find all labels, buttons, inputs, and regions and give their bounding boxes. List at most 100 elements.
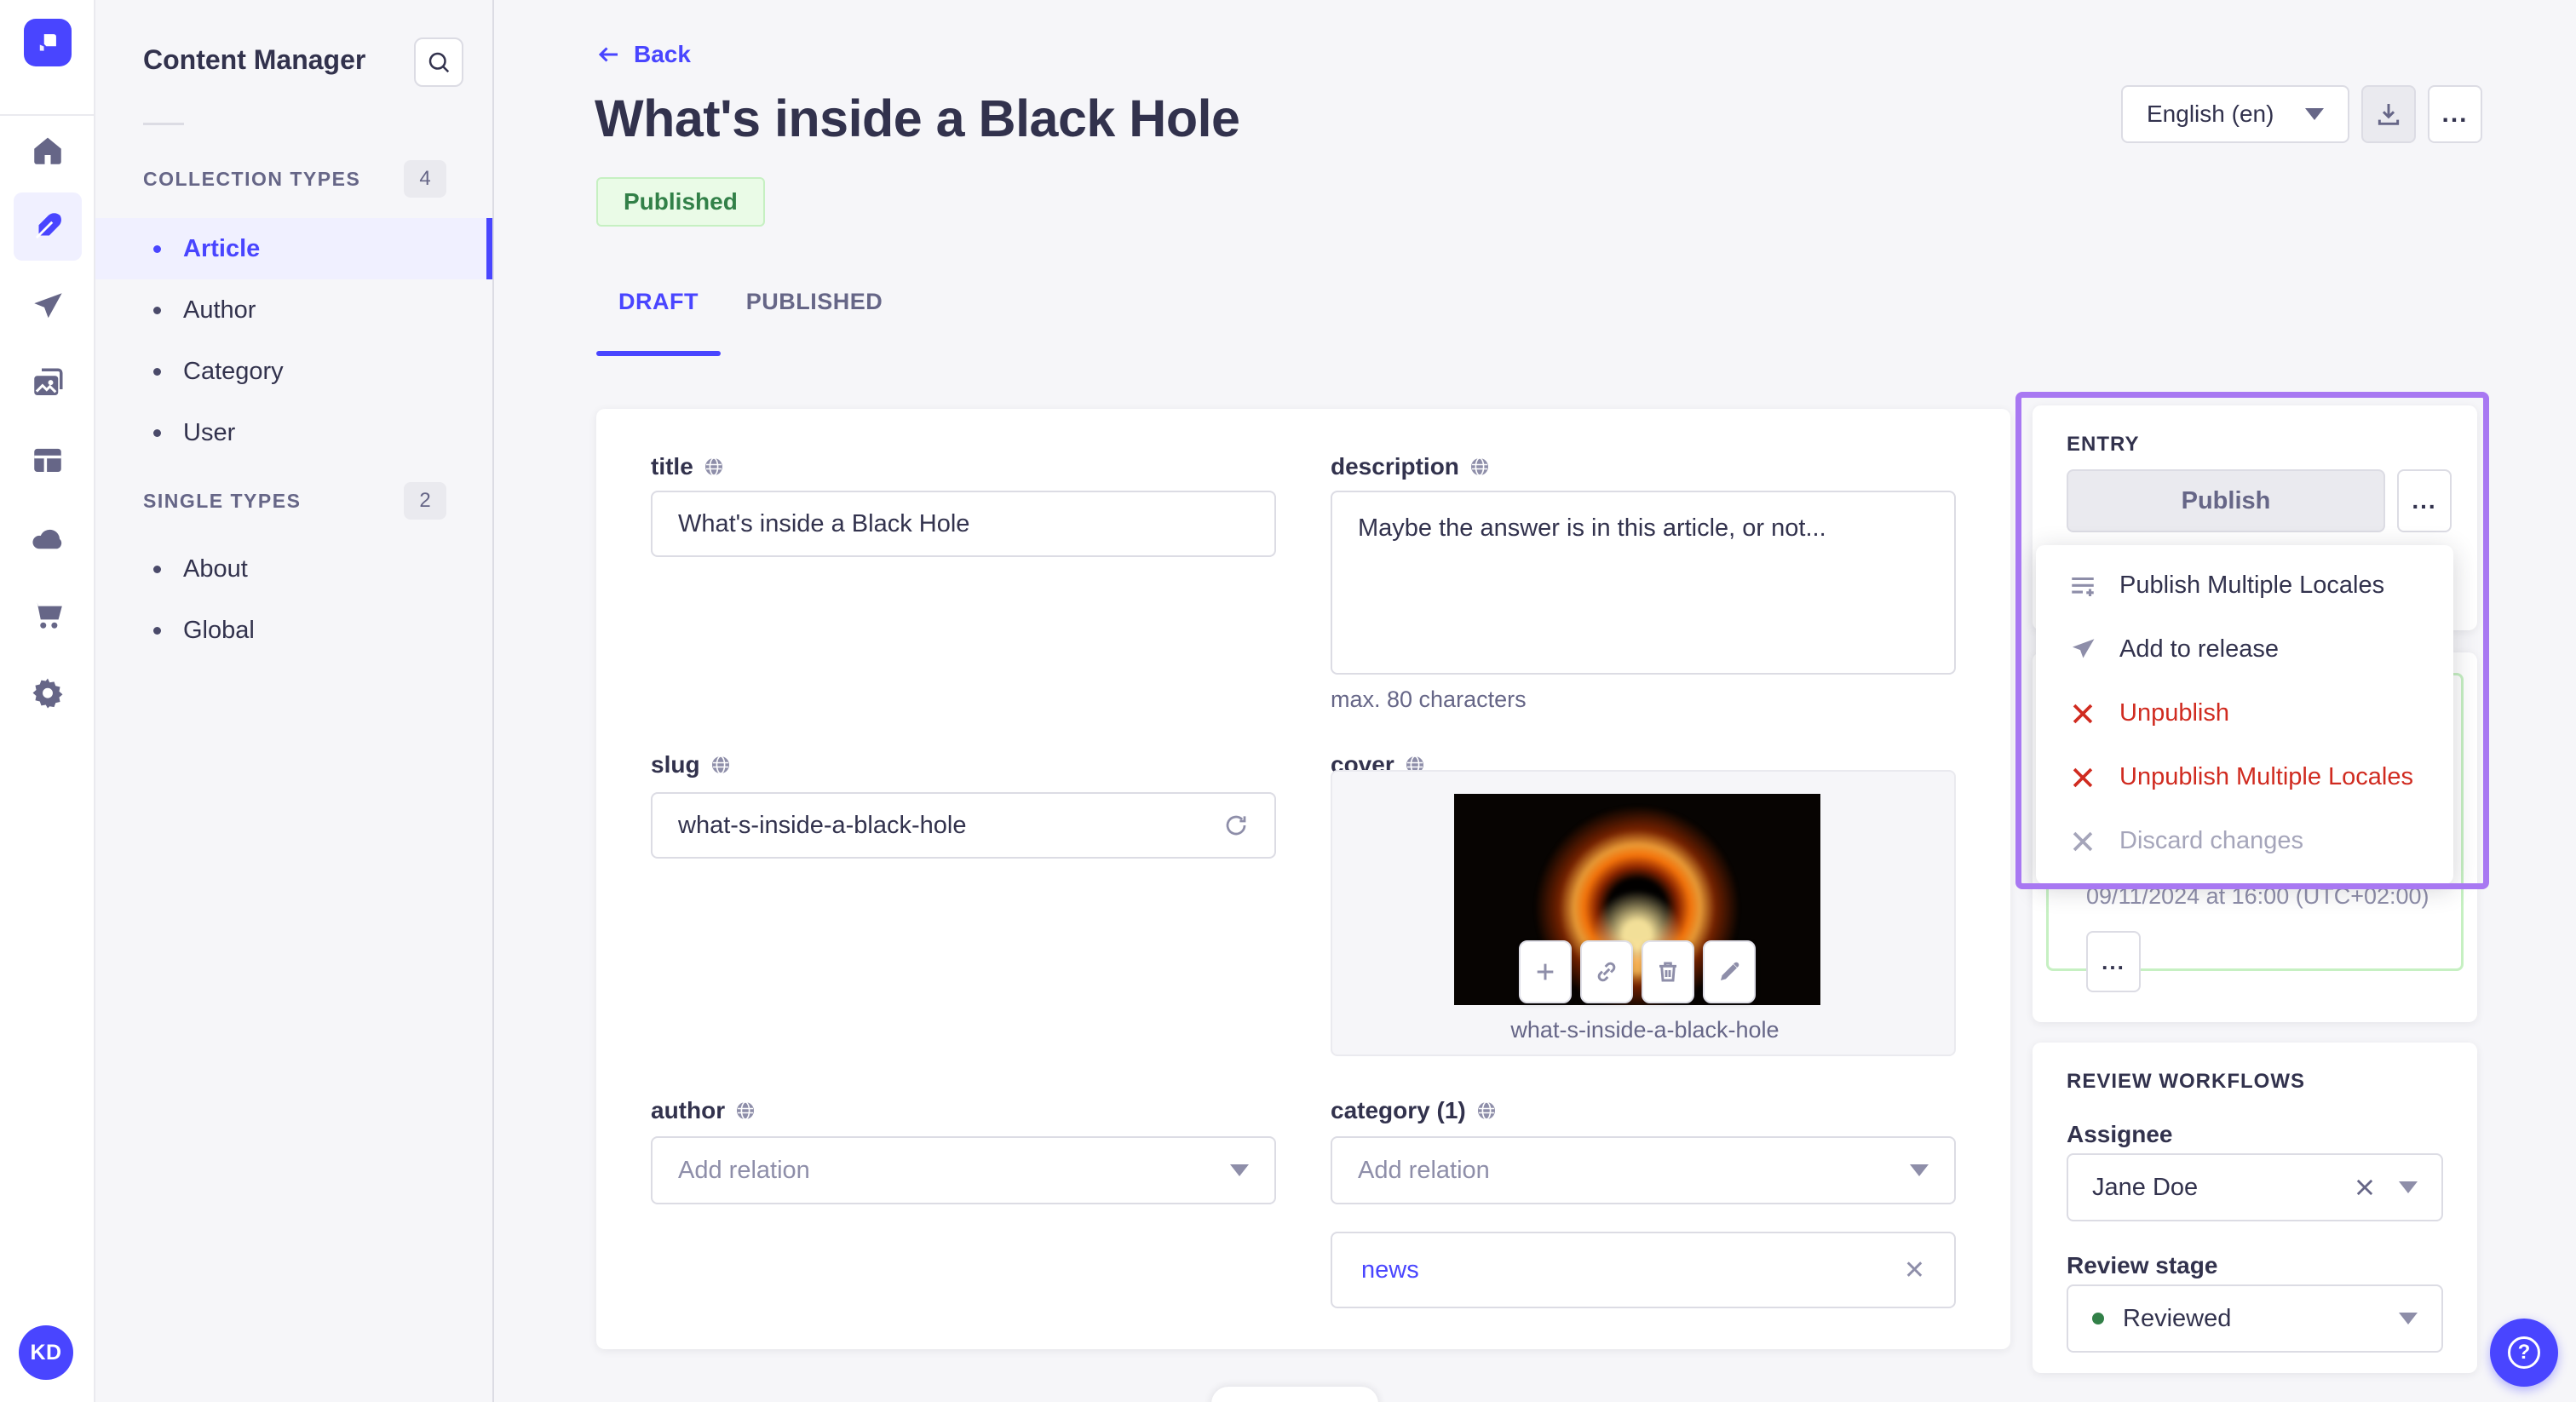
single-types-count: 2 bbox=[404, 482, 446, 520]
question-mark-icon: ? bbox=[2508, 1336, 2540, 1369]
x-icon bbox=[2073, 704, 2093, 723]
field-label-text: category (1) bbox=[1331, 1097, 1466, 1123]
field-label-text: author bbox=[651, 1097, 726, 1123]
delete-asset-button[interactable] bbox=[1642, 940, 1694, 1003]
cover-carousel: what-s-inside-a-black-hole bbox=[1331, 770, 1956, 1056]
review-stage-select[interactable]: Reviewed bbox=[2067, 1284, 2443, 1353]
copy-link-button[interactable] bbox=[1580, 940, 1633, 1003]
cloud-icon[interactable] bbox=[14, 504, 82, 572]
slug-field-label: slug bbox=[651, 751, 731, 779]
assignee-value: Jane Doe bbox=[2092, 1173, 2199, 1201]
stage-value: Reviewed bbox=[2123, 1304, 2232, 1332]
field-label-text: title bbox=[651, 453, 693, 480]
release-more-button[interactable]: ... bbox=[2086, 931, 2141, 992]
edit-form-card: title What's inside a Black Hole descrip… bbox=[596, 409, 2010, 1349]
x-icon bbox=[2073, 767, 2093, 787]
tab-published[interactable]: PUBLISHED bbox=[738, 278, 891, 325]
menu-item-label: Unpublish Multiple Locales bbox=[2119, 763, 2413, 790]
menu-item-add-to-release[interactable]: Add to release bbox=[2036, 618, 2453, 681]
assignee-select[interactable]: Jane Doe bbox=[2067, 1153, 2443, 1221]
content-manager-icon[interactable] bbox=[14, 192, 82, 261]
pencil-icon bbox=[1721, 962, 1739, 980]
help-button[interactable]: ? bbox=[2490, 1319, 2558, 1387]
menu-item-label: Unpublish bbox=[2119, 699, 2229, 727]
strapi-logo-icon bbox=[39, 34, 56, 51]
entry-more-button[interactable]: ... bbox=[2397, 469, 2452, 532]
media-library-icon[interactable] bbox=[14, 349, 82, 417]
title-input[interactable]: What's inside a Black Hole bbox=[651, 491, 1276, 557]
bullet-icon bbox=[153, 244, 161, 253]
sidebar-item-label: Author bbox=[183, 296, 256, 324]
sidebar-item-label: User bbox=[183, 418, 236, 446]
settings-gear-icon[interactable] bbox=[14, 659, 82, 727]
menu-item-unpublish-multiple-locales[interactable]: Unpublish Multiple Locales bbox=[2036, 745, 2453, 809]
bullet-icon bbox=[153, 428, 161, 437]
assignee-label: Assignee bbox=[2067, 1121, 2173, 1147]
plus-icon bbox=[1537, 963, 1554, 980]
remove-relation-icon[interactable]: ✕ bbox=[1904, 1255, 1925, 1285]
locale-select[interactable]: English (en) bbox=[2121, 85, 2349, 143]
review-workflows-card: REVIEW WORKFLOWS Assignee Jane Doe Revie… bbox=[2033, 1043, 2477, 1373]
author-placeholder: Add relation bbox=[678, 1156, 810, 1184]
field-label-text: slug bbox=[651, 751, 700, 778]
list-plus-icon bbox=[2072, 577, 2094, 596]
avatar[interactable]: KD bbox=[19, 1325, 73, 1380]
paper-plane-icon bbox=[2072, 638, 2095, 658]
nav-rail: KD bbox=[0, 0, 95, 1402]
collection-types-header: COLLECTION TYPES 4 bbox=[143, 160, 446, 198]
sidebar-item-user[interactable]: User bbox=[95, 402, 492, 463]
menu-item-publish-multiple-locales[interactable]: Publish Multiple Locales bbox=[2036, 554, 2453, 618]
bullet-icon bbox=[153, 565, 161, 573]
collection-types-count: 4 bbox=[404, 160, 446, 198]
download-button[interactable] bbox=[2361, 85, 2416, 143]
subnav-panel: Content Manager COLLECTION TYPES 4 Artic… bbox=[95, 0, 494, 1402]
relation-link[interactable]: news bbox=[1361, 1256, 1419, 1284]
sidebar-item-label: Category bbox=[183, 357, 284, 385]
single-types-header: SINGLE TYPES 2 bbox=[143, 482, 446, 520]
menu-item-label: Add to release bbox=[2119, 635, 2280, 663]
category-relation-select[interactable]: Add relation bbox=[1331, 1136, 1956, 1204]
description-textarea[interactable]: Maybe the answer is in this article, or … bbox=[1331, 491, 1956, 675]
home-icon[interactable] bbox=[14, 116, 82, 184]
strapi-logo[interactable] bbox=[24, 19, 72, 66]
sidebar-item-article[interactable]: Article bbox=[95, 218, 492, 279]
subnav-divider bbox=[143, 123, 184, 125]
link-icon bbox=[1597, 962, 1616, 982]
globe-icon bbox=[704, 457, 722, 476]
slug-input[interactable]: what-s-inside-a-black-hole bbox=[651, 792, 1276, 859]
stage-status-dot bbox=[2092, 1313, 2104, 1324]
releases-icon[interactable] bbox=[14, 273, 82, 341]
chevron-down-icon bbox=[2399, 1181, 2418, 1193]
bullet-icon bbox=[153, 306, 161, 314]
bullet-icon bbox=[153, 626, 161, 635]
search-button[interactable] bbox=[414, 37, 463, 87]
menu-item-label: Discard changes bbox=[2119, 827, 2303, 854]
category-field-label: category (1) bbox=[1331, 1097, 1497, 1124]
author-relation-select[interactable]: Add relation bbox=[651, 1136, 1276, 1204]
globe-icon bbox=[711, 756, 729, 774]
more-dots: ... bbox=[2412, 487, 2437, 514]
page-title: What's inside a Black Hole bbox=[595, 89, 1240, 147]
content-type-builder-icon[interactable] bbox=[14, 426, 82, 494]
chevron-down-icon bbox=[2305, 108, 2324, 120]
sidebar-item-about[interactable]: About bbox=[95, 538, 492, 600]
regenerate-icon[interactable] bbox=[1223, 813, 1249, 838]
sidebar-item-global[interactable]: Global bbox=[95, 600, 492, 661]
add-asset-button[interactable] bbox=[1519, 940, 1572, 1003]
clear-icon[interactable] bbox=[2353, 1175, 2377, 1199]
more-dots: ... bbox=[2102, 948, 2125, 974]
menu-item-unpublish[interactable]: Unpublish bbox=[2036, 681, 2453, 745]
back-link[interactable]: Back bbox=[596, 41, 691, 68]
chevron-down-icon bbox=[1910, 1164, 1929, 1176]
entry-actions-menu: Publish Multiple Locales Add to release … bbox=[2036, 545, 2453, 884]
publish-button[interactable]: Publish bbox=[2067, 469, 2385, 532]
menu-item-label: Publish Multiple Locales bbox=[2119, 572, 2385, 599]
menu-item-discard-changes[interactable]: Discard changes bbox=[2036, 809, 2453, 873]
tab-draft[interactable]: DRAFT bbox=[596, 278, 721, 325]
edit-asset-button[interactable] bbox=[1703, 940, 1756, 1003]
sidebar-item-author[interactable]: Author bbox=[95, 279, 492, 341]
marketplace-cart-icon[interactable] bbox=[14, 581, 82, 649]
sidebar-item-category[interactable]: Category bbox=[95, 341, 492, 402]
header-more-button[interactable]: ... bbox=[2428, 85, 2482, 143]
category-placeholder: Add relation bbox=[1358, 1156, 1490, 1184]
